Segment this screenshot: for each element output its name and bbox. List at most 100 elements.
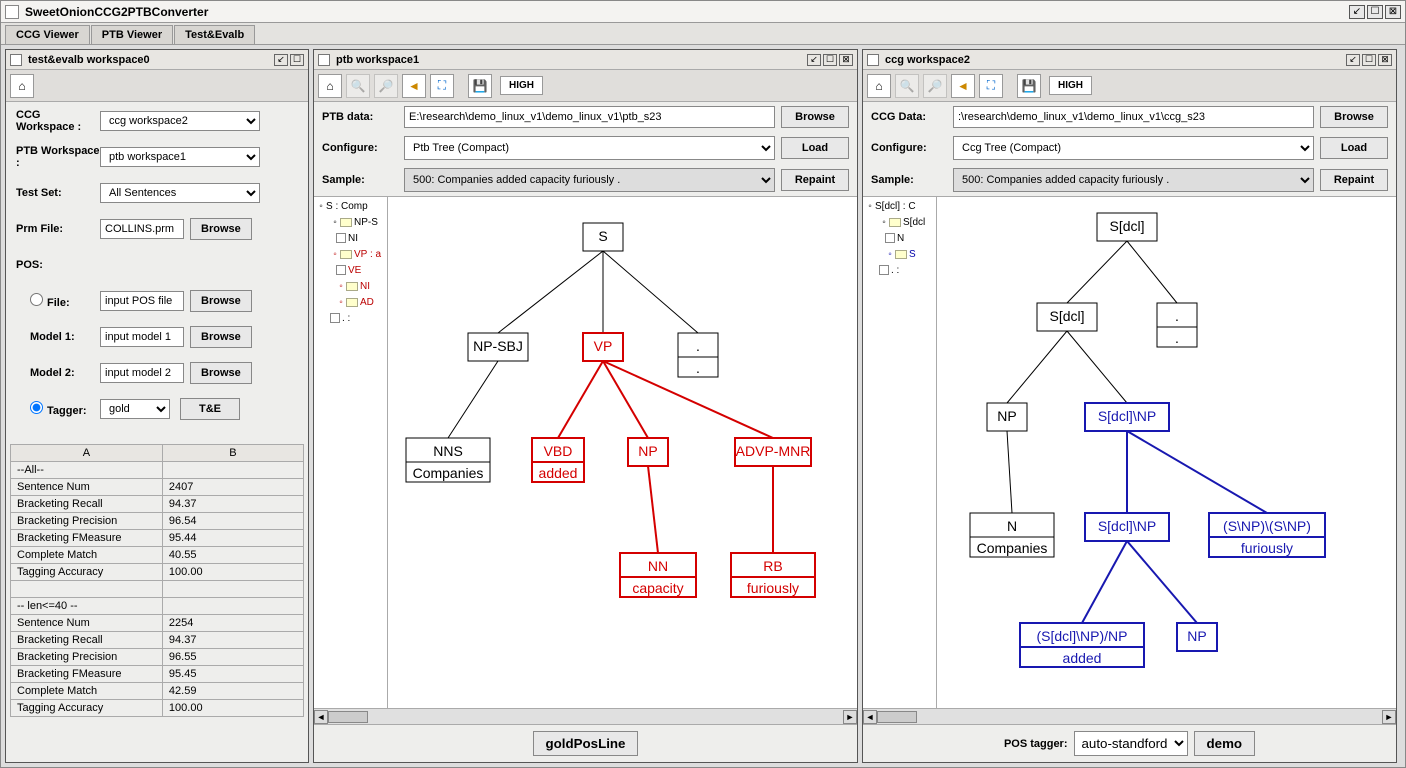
scroll-left-icon[interactable]: ◄ (314, 710, 328, 724)
panel-max-icon[interactable]: ☐ (823, 54, 837, 66)
panel-min-icon[interactable]: ↙ (1346, 54, 1360, 66)
testset-select[interactable]: All Sentences (100, 183, 260, 203)
ccg-data-input[interactable] (953, 106, 1314, 128)
table-row: Bracketing Recall94.37 (11, 496, 304, 513)
expand-icon[interactable]: ⛶ (430, 74, 454, 98)
svg-text:S[dcl]: S[dcl] (1049, 308, 1084, 324)
ptb-data-input[interactable] (404, 106, 775, 128)
table-row: Complete Match42.59 (11, 683, 304, 700)
ptb-ws-select[interactable]: ptb workspace1 (100, 147, 260, 167)
ccg-data-label: CCG Data: (871, 111, 947, 123)
save-icon[interactable]: 💾 (468, 74, 492, 98)
postagger-select[interactable]: auto-standford (1074, 731, 1188, 756)
scroll-right-icon[interactable]: ► (1382, 710, 1396, 724)
ccg-load-button[interactable]: Load (1320, 137, 1388, 159)
svg-text:NNS: NNS (433, 443, 463, 459)
ptb-repaint-button[interactable]: Repaint (781, 169, 849, 191)
maximize-icon[interactable]: ☐ (1367, 5, 1383, 19)
ccg-config-select[interactable]: Ccg Tree (Compact) (953, 136, 1314, 160)
testset-label: Test Set: (16, 187, 100, 199)
ptb-config-select[interactable]: Ptb Tree (Compact) (404, 136, 775, 160)
svg-text:.: . (1175, 308, 1179, 324)
scroll-thumb[interactable] (877, 711, 917, 723)
app-icon (5, 5, 19, 19)
ptb-tree-view[interactable]: SNP-SBJVP..NNSCompaniesVBDaddedNPADVP-MN… (388, 197, 857, 708)
ptb-browse-button[interactable]: Browse (781, 106, 849, 128)
svg-text:RB: RB (763, 558, 782, 574)
ptb-sample-select[interactable]: 500: Companies added capacity furiously … (404, 168, 775, 192)
tab-ptb-viewer[interactable]: PTB Viewer (91, 25, 173, 44)
table-row: -- len<=40 -- (11, 598, 304, 615)
model2-input[interactable] (100, 363, 184, 383)
scroll-thumb[interactable] (328, 711, 368, 723)
ptb-tree-nav[interactable]: ◦S : Comp◦NP-SNI◦VP : aVE◦NI◦AD. : (314, 197, 388, 708)
panel-title-text: test&evalb workspace0 (28, 54, 150, 66)
ccg-sample-select[interactable]: 500: Companies added capacity furiously … (953, 168, 1314, 192)
save-icon[interactable]: 💾 (1017, 74, 1041, 98)
tab-test-evalb[interactable]: Test&Evalb (174, 25, 255, 44)
table-row: Bracketing Precision96.55 (11, 649, 304, 666)
panel-max-icon[interactable]: ☐ (1362, 54, 1376, 66)
home-icon[interactable]: ⌂ (318, 74, 342, 98)
pos-file-input[interactable] (100, 291, 184, 311)
ccg-tree-nav[interactable]: ◦S[dcl] : C◦S[dclN◦S. : (863, 197, 937, 708)
h-scrollbar[interactable]: ◄ ► (314, 708, 857, 724)
panel-close-icon[interactable]: ⊠ (1378, 54, 1392, 66)
close-icon[interactable]: ⊠ (1385, 5, 1401, 19)
scroll-right-icon[interactable]: ► (843, 710, 857, 724)
quality-badge: HIGH (500, 76, 543, 95)
ccg-sample-label: Sample: (871, 174, 947, 186)
zoom-in-icon[interactable]: 🔍 (346, 74, 370, 98)
model2-browse-button[interactable]: Browse (190, 362, 252, 384)
tagger-select[interactable]: gold (100, 399, 170, 419)
svg-text:NP: NP (638, 443, 657, 459)
zoom-out-icon[interactable]: 🔎 (923, 74, 947, 98)
ptb-load-button[interactable]: Load (781, 137, 849, 159)
prm-browse-button[interactable]: Browse (190, 218, 252, 240)
goldposline-button[interactable]: goldPosLine (533, 731, 639, 756)
ccg-repaint-button[interactable]: Repaint (1320, 169, 1388, 191)
model1-label: Model 1: (16, 331, 100, 343)
zoom-out-icon[interactable]: 🔎 (374, 74, 398, 98)
table-row: Bracketing Precision96.54 (11, 513, 304, 530)
minimize-icon[interactable]: ↙ (1349, 5, 1365, 19)
svg-text:Companies: Companies (977, 540, 1048, 556)
back-icon[interactable]: ◄ (402, 74, 426, 98)
back-icon[interactable]: ◄ (951, 74, 975, 98)
scroll-left-icon[interactable]: ◄ (863, 710, 877, 724)
table-row: Bracketing FMeasure95.44 (11, 530, 304, 547)
svg-text:S[dcl]\NP: S[dcl]\NP (1098, 408, 1156, 424)
stats-table: AB --All--Sentence Num2407Bracketing Rec… (10, 444, 304, 717)
panel-max-icon[interactable]: ☐ (290, 54, 304, 66)
panel-icon (318, 54, 330, 66)
panel-min-icon[interactable]: ↙ (274, 54, 288, 66)
panel-title-text: ptb workspace1 (336, 54, 419, 66)
pos-label: POS: (16, 259, 100, 271)
home-icon[interactable]: ⌂ (10, 74, 34, 98)
svg-text:added: added (1063, 650, 1102, 666)
panel-close-icon[interactable]: ⊠ (839, 54, 853, 66)
te-button[interactable]: T&E (180, 398, 240, 420)
svg-text:added: added (539, 465, 578, 481)
demo-button[interactable]: demo (1194, 731, 1256, 756)
ccg-browse-button[interactable]: Browse (1320, 106, 1388, 128)
pos-tagger-radio[interactable] (30, 401, 43, 414)
home-icon[interactable]: ⌂ (867, 74, 891, 98)
model1-input[interactable] (100, 327, 184, 347)
ccg-ws-select[interactable]: ccg workspace2 (100, 111, 260, 131)
tab-ccg-viewer[interactable]: CCG Viewer (5, 25, 90, 44)
model1-browse-button[interactable]: Browse (190, 326, 252, 348)
svg-text:VP: VP (594, 338, 613, 354)
pos-browse-button[interactable]: Browse (190, 290, 252, 312)
h-scrollbar[interactable]: ◄ ► (863, 708, 1396, 724)
ccg-tree-view[interactable]: S[dcl]S[dcl]..NPS[dcl]\NPNCompaniesS[dcl… (937, 197, 1396, 708)
zoom-in-icon[interactable]: 🔍 (895, 74, 919, 98)
table-row (11, 581, 304, 598)
prm-label: Prm File: (16, 223, 100, 235)
panel-min-icon[interactable]: ↙ (807, 54, 821, 66)
expand-icon[interactable]: ⛶ (979, 74, 1003, 98)
table-row: Tagging Accuracy100.00 (11, 700, 304, 717)
col-a: A (11, 445, 163, 462)
pos-file-radio[interactable] (30, 293, 43, 306)
prm-input[interactable] (100, 219, 184, 239)
